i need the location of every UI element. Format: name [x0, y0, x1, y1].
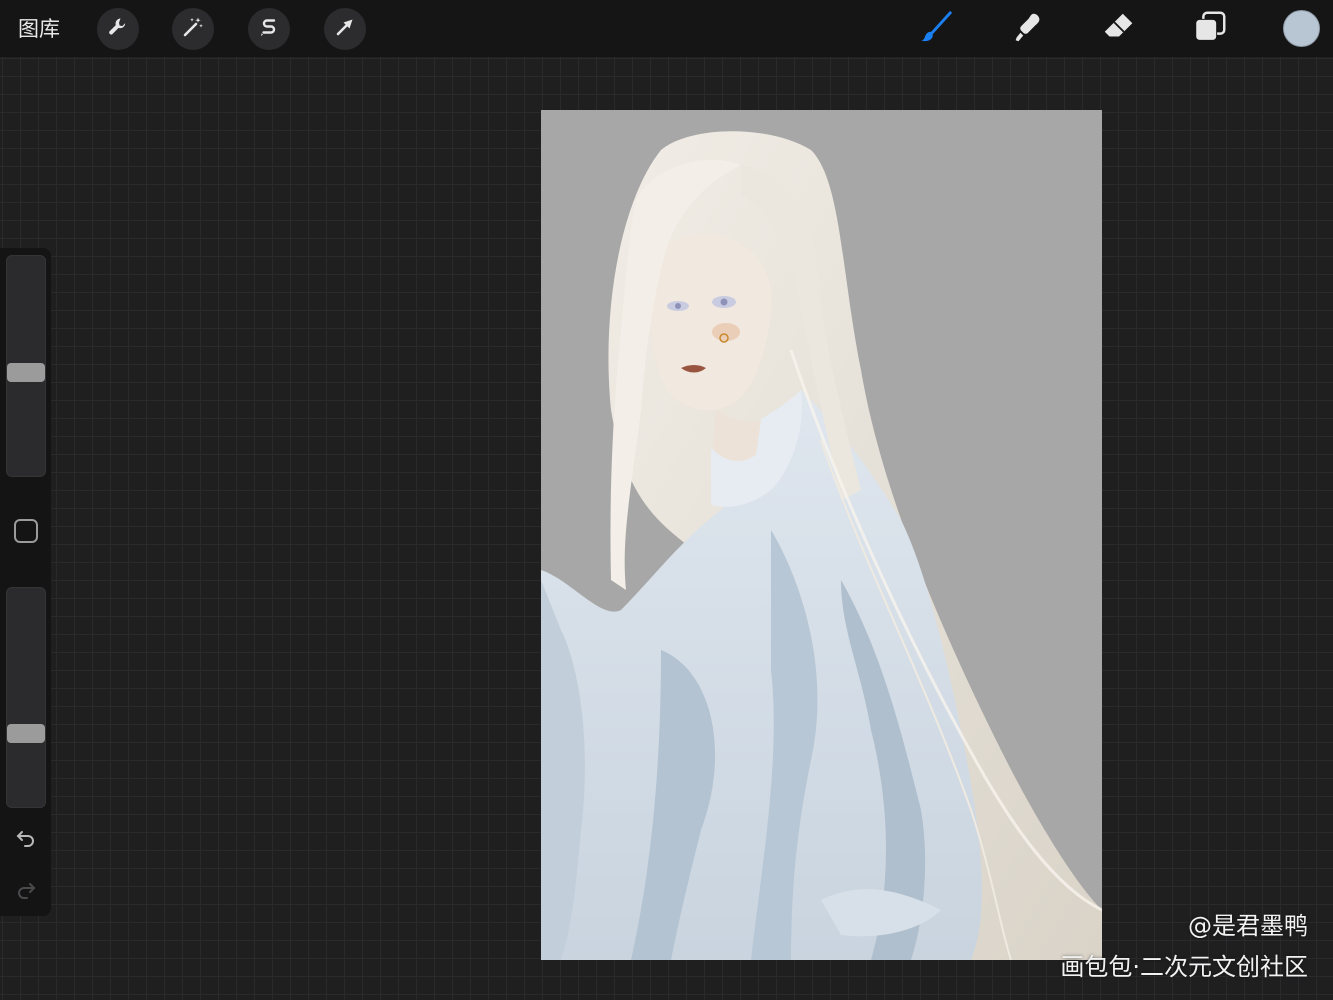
illustration-white-hair-figure [541, 110, 1102, 960]
smudge-icon [1009, 8, 1047, 50]
selection-s-icon [257, 15, 281, 43]
actions-button[interactable] [97, 8, 139, 50]
brush-opacity-slider[interactable] [6, 587, 46, 808]
drawing-canvas[interactable] [541, 110, 1102, 960]
wrench-icon [106, 15, 130, 43]
brush-opacity-slider-thumb[interactable] [7, 724, 45, 743]
selection-button[interactable] [248, 8, 290, 50]
watermark-site: 画包包·二次元文创社区 [1060, 953, 1308, 981]
undo-arrow-icon [14, 826, 38, 854]
drawing-app-screen: 图库 @是君墨鸭 画包包·二次元文创社区 [0, 0, 1333, 1000]
eraser-tool-button[interactable] [1099, 9, 1139, 49]
undo-button[interactable] [12, 826, 40, 854]
brush-size-slider-thumb[interactable] [7, 363, 45, 382]
eraser-icon [1100, 8, 1138, 50]
brush-icon [918, 8, 956, 50]
color-swatch[interactable] [1283, 10, 1320, 47]
layers-button[interactable] [1190, 9, 1230, 49]
layers-icon [1191, 8, 1229, 50]
gallery-button[interactable]: 图库 [18, 14, 60, 44]
left-sidebar [0, 248, 51, 916]
redo-button[interactable] [12, 878, 40, 906]
watermark-author: @是君墨鸭 [1188, 912, 1308, 940]
transform-button[interactable] [324, 8, 366, 50]
arrow-cursor-icon [333, 15, 357, 43]
top-toolbar: 图库 [0, 0, 1333, 57]
brush-tool-button[interactable] [917, 9, 957, 49]
smudge-tool-button[interactable] [1008, 9, 1048, 49]
modify-button[interactable] [14, 519, 38, 543]
brush-size-slider[interactable] [6, 255, 46, 477]
magic-wand-icon [181, 15, 205, 43]
adjustments-button[interactable] [172, 8, 214, 50]
redo-arrow-icon [14, 878, 38, 906]
